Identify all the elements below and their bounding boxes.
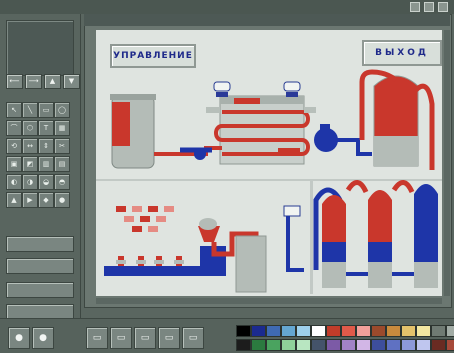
color-swatch[interactable] [326, 339, 341, 351]
bottom-button-6[interactable]: ▭ [158, 327, 180, 349]
nav-back-button[interactable]: ⟵ [6, 74, 23, 89]
color-swatch[interactable] [266, 339, 281, 351]
color-swatch[interactable] [236, 339, 251, 351]
window-titlebar [0, 0, 454, 14]
color-swatch[interactable] [266, 325, 281, 337]
color-swatch[interactable] [371, 339, 386, 351]
storage-tank-left [110, 94, 156, 169]
triangle-tool-icon[interactable]: ▲ [6, 192, 22, 208]
color-swatch[interactable] [431, 325, 446, 337]
half-fill-top-icon[interactable]: ◓ [54, 174, 70, 190]
left-sidebar: ⟵ ⟶ ▲ ▼ ↖ ╲ ▭ ◯ ⌒ ⬡ T ▦ ⟲ ↔ ⇕ ✂ ▣ ◩ ▥ ▤ … [0, 14, 81, 352]
dot-tool-icon[interactable]: ● [54, 192, 70, 208]
process-scheme-drawing [96, 30, 442, 296]
canvas-header [84, 14, 450, 26]
tank-cylinder-mid [235, 235, 267, 293]
table-tool-icon[interactable]: ▤ [54, 156, 70, 172]
exit-button[interactable]: ВЫХОД [362, 40, 442, 66]
tool-palette-grid: ↖ ╲ ▭ ◯ ⌒ ⬡ T ▦ ⟲ ↔ ⇕ ✂ ▣ ◩ ▥ ▤ ◐ ◑ ◒ ◓ … [6, 102, 72, 208]
bottom-button-3[interactable]: ▭ [86, 327, 108, 349]
color-swatch[interactable] [386, 339, 401, 351]
control-button[interactable]: УПРАВЛЕНИЕ [110, 44, 196, 68]
color-swatch[interactable] [341, 325, 356, 337]
color-swatch[interactable] [356, 325, 371, 337]
arc-tool-icon[interactable]: ⌒ [6, 120, 22, 136]
color-swatch[interactable] [311, 325, 326, 337]
sidebar-nav-row: ⟵ ⟶ ▲ ▼ [6, 74, 80, 89]
color-swatch[interactable] [431, 339, 446, 351]
nav-down-button[interactable]: ▼ [63, 74, 80, 89]
project-info-panel [6, 20, 74, 76]
vertical-scrollbar[interactable] [444, 30, 450, 296]
color-swatch[interactable] [281, 339, 296, 351]
bottom-toolbar: ● ● ▭ ▭ ▭ ▭ ▭ [0, 318, 454, 353]
rectangle-tool-icon[interactable]: ▭ [38, 102, 54, 118]
color-swatch[interactable] [236, 325, 251, 337]
grid-tool-icon[interactable]: ▥ [38, 156, 54, 172]
bottom-button-4[interactable]: ▭ [110, 327, 132, 349]
half-fill-bottom-icon[interactable]: ◒ [38, 174, 54, 190]
sidebar-button-3[interactable] [6, 282, 74, 298]
maximize-button[interactable] [424, 2, 434, 12]
color-swatch[interactable] [401, 339, 416, 351]
color-swatch[interactable] [446, 339, 454, 351]
group-tool-icon[interactable]: ▣ [6, 156, 22, 172]
horizontal-scrollbar[interactable] [96, 298, 442, 304]
color-swatch[interactable] [251, 339, 266, 351]
color-swatch[interactable] [401, 325, 416, 337]
fill-pattern-tool-icon[interactable]: ▦ [54, 120, 70, 136]
bottom-button-2[interactable]: ● [32, 327, 54, 349]
color-swatch[interactable] [251, 325, 266, 337]
bottom-button-1[interactable]: ● [8, 327, 30, 349]
half-fill-right-icon[interactable]: ◑ [22, 174, 38, 190]
sidebar-button-1[interactable] [6, 236, 74, 252]
bottom-button-5[interactable]: ▭ [134, 327, 156, 349]
minimize-button[interactable] [410, 2, 420, 12]
color-swatch[interactable] [386, 325, 401, 337]
polygon-tool-icon[interactable]: ⬡ [22, 120, 38, 136]
color-swatch[interactable] [371, 325, 386, 337]
color-swatch[interactable] [281, 325, 296, 337]
diamond-tool-icon[interactable]: ◆ [38, 192, 54, 208]
select-tool-icon[interactable]: ↖ [6, 102, 22, 118]
color-swatch[interactable] [356, 339, 371, 351]
bottom-button-7[interactable]: ▭ [182, 327, 204, 349]
ellipse-tool-icon[interactable]: ◯ [54, 102, 70, 118]
layer-tool-icon[interactable]: ◩ [22, 156, 38, 172]
heat-exchanger [206, 95, 316, 165]
color-swatch[interactable] [416, 325, 431, 337]
color-swatch[interactable] [326, 325, 341, 337]
color-swatch[interactable] [296, 339, 311, 351]
arrow-tool-icon[interactable]: ▶ [22, 192, 38, 208]
text-tool-icon[interactable]: T [38, 120, 54, 136]
half-fill-left-icon[interactable]: ◐ [6, 174, 22, 190]
cut-tool-icon[interactable]: ✂ [54, 138, 70, 154]
color-swatch[interactable] [311, 339, 326, 351]
window-controls [410, 2, 448, 12]
nav-up-button[interactable]: ▲ [44, 74, 61, 89]
sidebar-button-2[interactable] [6, 258, 74, 274]
color-swatch[interactable] [296, 325, 311, 337]
color-palette [236, 325, 454, 351]
close-button[interactable] [438, 2, 448, 12]
color-swatch[interactable] [446, 325, 454, 337]
nav-forward-button[interactable]: ⟶ [25, 74, 42, 89]
rotate-tool-icon[interactable]: ⟲ [6, 138, 22, 154]
color-swatch[interactable] [416, 339, 431, 351]
flip-horizontal-tool-icon[interactable]: ↔ [22, 138, 38, 154]
color-swatch[interactable] [341, 339, 356, 351]
line-tool-icon[interactable]: ╲ [22, 102, 38, 118]
flip-vertical-tool-icon[interactable]: ⇕ [38, 138, 54, 154]
